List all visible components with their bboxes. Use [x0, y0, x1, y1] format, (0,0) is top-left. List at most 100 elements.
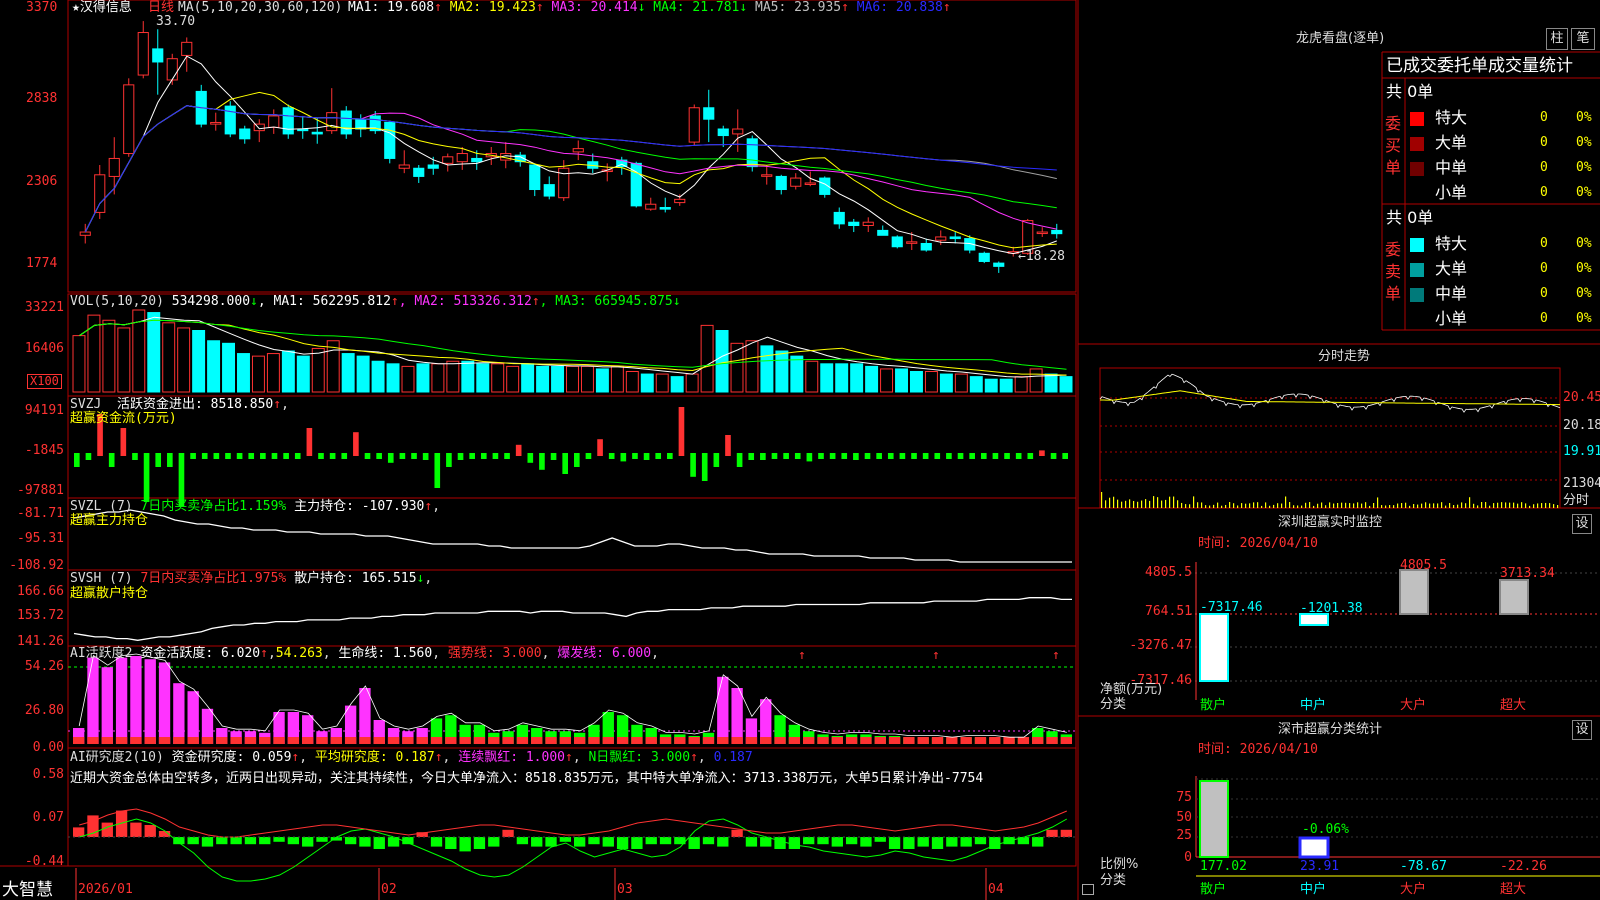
- flow-bar: [527, 453, 533, 463]
- bar-mode-button[interactable]: 柱: [1546, 28, 1568, 50]
- flow-bar: [934, 453, 940, 459]
- vol-unit-button[interactable]: X100: [27, 374, 62, 389]
- research-bar: [918, 837, 929, 847]
- fl-tick: 75: [1176, 790, 1192, 805]
- ma-value: MA6: 20.838: [857, 0, 943, 15]
- research-bar: [1032, 837, 1043, 847]
- order-type: 小单: [1435, 183, 1467, 203]
- intraday-volume-bar: [1365, 502, 1366, 508]
- volume-bar: [238, 354, 250, 392]
- ma-arrow: ↑: [841, 0, 857, 15]
- flow-bar: [807, 453, 813, 461]
- flow-bar: [888, 453, 894, 459]
- lock-icon[interactable]: [1082, 884, 1094, 895]
- period-label[interactable]: 日线: [148, 0, 174, 15]
- ai-activity-chart[interactable]: [68, 654, 1076, 744]
- intraday-volume-bar: [1233, 503, 1234, 508]
- volume-bar: [836, 364, 848, 392]
- research-bar: [431, 837, 442, 847]
- volume-chart[interactable]: [73, 310, 1072, 392]
- intraday-volume-bar: [1337, 503, 1338, 508]
- intraday-volume-bar: [1301, 506, 1302, 508]
- y-tick-label: -0.44: [25, 854, 64, 869]
- intraday-volume-bar: [1373, 503, 1374, 508]
- candle-body: [95, 175, 105, 213]
- fl-tick: 50: [1176, 810, 1192, 825]
- fl-settings-button[interactable]: 设: [1572, 720, 1592, 740]
- candle-body: [979, 253, 989, 261]
- stock-title[interactable]: ★汉得信息: [72, 0, 132, 15]
- star-icon[interactable]: ★: [72, 0, 80, 15]
- candle-body: [747, 139, 757, 167]
- intraday-volume-bar: [1477, 505, 1478, 508]
- svzj-chart[interactable]: [74, 407, 1068, 506]
- flow-bar: [388, 453, 394, 463]
- research-bar: [731, 830, 742, 837]
- holding-line: [74, 510, 1072, 562]
- research-bar: [560, 837, 571, 842]
- svzl-chart[interactable]: [74, 510, 1072, 562]
- intraday-volume-bar: [1277, 503, 1278, 508]
- volume-bar: [103, 320, 115, 392]
- volume-bar: [611, 366, 623, 392]
- activity-bar: [87, 658, 98, 744]
- flow-bar: [330, 453, 336, 459]
- flow-bar: [818, 453, 824, 459]
- sz-monitor-title: 深圳超赢实时监控: [1278, 515, 1382, 530]
- activity-base: [975, 737, 986, 744]
- sz-settings-button[interactable]: 设: [1572, 514, 1592, 534]
- y-tick-label: 0.07: [33, 810, 64, 825]
- intraday-volume-bar: [1385, 505, 1386, 508]
- low-price-label: ←18.28: [1018, 249, 1065, 264]
- candle-body: [863, 222, 873, 225]
- activity-base: [760, 737, 771, 744]
- order-count: 共 0单: [1386, 208, 1433, 228]
- flow-bar: [400, 453, 406, 459]
- research-bar: [617, 837, 628, 849]
- candle-body: [269, 116, 279, 127]
- research-bar: [875, 837, 886, 842]
- activity-base: [817, 737, 828, 744]
- flow-bar: [783, 453, 789, 459]
- intraday-volume-bar: [1325, 505, 1326, 508]
- aihy-val2: 54.263: [276, 646, 323, 661]
- intraday-volume-bar: [1481, 502, 1482, 508]
- research-bar: [1046, 830, 1057, 837]
- aiyj-label: 资金研究度: 0.059: [172, 750, 292, 765]
- svsh-chart[interactable]: [74, 598, 1072, 641]
- activity-base: [216, 737, 227, 744]
- activity-base: [388, 737, 399, 744]
- y-tick-label: 16406: [25, 341, 64, 356]
- y-tick-label: 1774: [26, 256, 57, 271]
- flow-bar: [516, 445, 522, 456]
- brand-logo[interactable]: 大智慧: [2, 880, 53, 900]
- tick-mode-button[interactable]: 笔: [1571, 28, 1595, 50]
- order-type: 特大: [1435, 234, 1467, 254]
- candle-body: [1052, 230, 1062, 233]
- activity-base: [1018, 737, 1029, 744]
- intraday-volume-bar: [1401, 503, 1402, 508]
- volume-bar: [955, 374, 967, 392]
- flow-bar: [318, 453, 324, 459]
- volume-bar: [402, 366, 414, 392]
- candle-body: [646, 204, 656, 209]
- flow-bar: [667, 453, 673, 459]
- fl-category: 散户: [1200, 882, 1226, 897]
- candle-body: [182, 42, 192, 55]
- flow-bar: [644, 453, 650, 460]
- x-tick-label: 03: [617, 882, 633, 897]
- volume-bar: [73, 336, 85, 392]
- chart-canvas[interactable]: [0, 0, 1600, 900]
- ai-research-chart[interactable]: [68, 809, 1076, 881]
- candle-body: [660, 208, 670, 210]
- aihy-life: 生命线: 1.560: [338, 646, 432, 661]
- fl-category: 中户: [1300, 882, 1326, 897]
- volume-bar: [581, 366, 593, 392]
- intraday-volume-bar: [1121, 502, 1122, 508]
- order-type: 中单: [1435, 158, 1467, 178]
- fl-tick: 25: [1176, 828, 1192, 843]
- intraday-title[interactable]: 分时走势: [1318, 349, 1370, 364]
- order-type: 特大: [1435, 108, 1467, 128]
- intraday-volume-bar: [1117, 500, 1118, 508]
- order-value: 0: [1540, 311, 1548, 326]
